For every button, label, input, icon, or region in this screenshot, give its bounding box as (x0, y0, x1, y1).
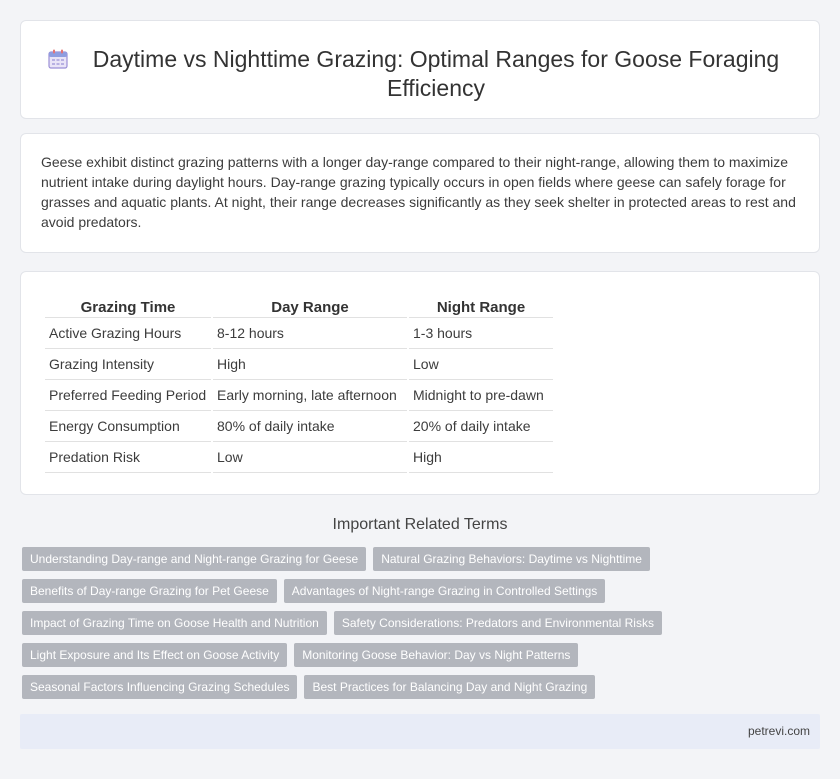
table-cell: 8-12 hours (213, 318, 407, 349)
table-cell: Preferred Feeding Period (45, 380, 211, 411)
tag-row: Seasonal Factors Influencing Grazing Sch… (22, 675, 822, 699)
table-row: Predation Risk Low High (45, 442, 553, 473)
table-row: Grazing Intensity High Low (45, 349, 553, 380)
table-cell: Low (409, 349, 553, 380)
related-term-tag[interactable]: Advantages of Night-range Grazing in Con… (283, 579, 606, 603)
intro-card: Geese exhibit distinct grazing patterns … (20, 133, 820, 253)
footer-site-link[interactable]: petrevi.com (748, 724, 810, 738)
related-term-tag[interactable]: Impact of Grazing Time on Goose Health a… (22, 611, 327, 635)
related-terms-list: Understanding Day-range and Night-range … (22, 547, 822, 707)
table-cell: 1-3 hours (409, 318, 553, 349)
table-row: Energy Consumption 80% of daily intake 2… (45, 411, 553, 442)
table-header-row: Grazing Time Day Range Night Range (45, 296, 553, 318)
table-cell: Midnight to pre-dawn (409, 380, 553, 411)
comparison-table: Grazing Time Day Range Night Range Activ… (43, 296, 555, 473)
page-title: Daytime vs Nighttime Grazing: Optimal Ra… (92, 46, 780, 101)
related-term-tag[interactable]: Seasonal Factors Influencing Grazing Sch… (22, 675, 298, 699)
related-term-tag[interactable]: Light Exposure and Its Effect on Goose A… (22, 643, 288, 667)
column-header: Grazing Time (45, 296, 211, 318)
table-row: Active Grazing Hours 8-12 hours 1-3 hour… (45, 318, 553, 349)
table-cell: High (213, 349, 407, 380)
table-row: Preferred Feeding Period Early morning, … (45, 380, 553, 411)
related-terms-title: Important Related Terms (332, 516, 508, 533)
column-header: Day Range (213, 296, 407, 318)
table-cell: 20% of daily intake (409, 411, 553, 442)
related-term-tag[interactable]: Natural Grazing Behaviors: Daytime vs Ni… (373, 547, 650, 571)
related-term-tag[interactable]: Best Practices for Balancing Day and Nig… (304, 675, 596, 699)
related-term-tag[interactable]: Understanding Day-range and Night-range … (22, 547, 367, 571)
table-card: Grazing Time Day Range Night Range Activ… (20, 271, 820, 495)
intro-text: Geese exhibit distinct grazing patterns … (41, 154, 796, 230)
table-cell: High (409, 442, 553, 473)
table-cell: Energy Consumption (45, 411, 211, 442)
table-cell: Early morning, late afternoon (213, 380, 407, 411)
related-term-tag[interactable]: Benefits of Day-range Grazing for Pet Ge… (22, 579, 277, 603)
table-cell: Active Grazing Hours (45, 318, 211, 349)
column-header: Night Range (409, 296, 553, 318)
table-cell: Low (213, 442, 407, 473)
related-term-tag[interactable]: Monitoring Goose Behavior: Day vs Night … (294, 643, 579, 667)
tag-row: Light Exposure and Its Effect on Goose A… (22, 643, 822, 667)
table-cell: 80% of daily intake (213, 411, 407, 442)
related-term-tag[interactable]: Safety Considerations: Predators and Env… (333, 611, 662, 635)
footer: petrevi.com (20, 714, 820, 749)
header-card: Daytime vs Nighttime Grazing: Optimal Ra… (20, 20, 820, 119)
tag-row: Benefits of Day-range Grazing for Pet Ge… (22, 579, 822, 603)
table-cell: Predation Risk (45, 442, 211, 473)
tag-row: Impact of Grazing Time on Goose Health a… (22, 611, 822, 635)
tag-row: Understanding Day-range and Night-range … (22, 547, 822, 571)
table-cell: Grazing Intensity (45, 349, 211, 380)
